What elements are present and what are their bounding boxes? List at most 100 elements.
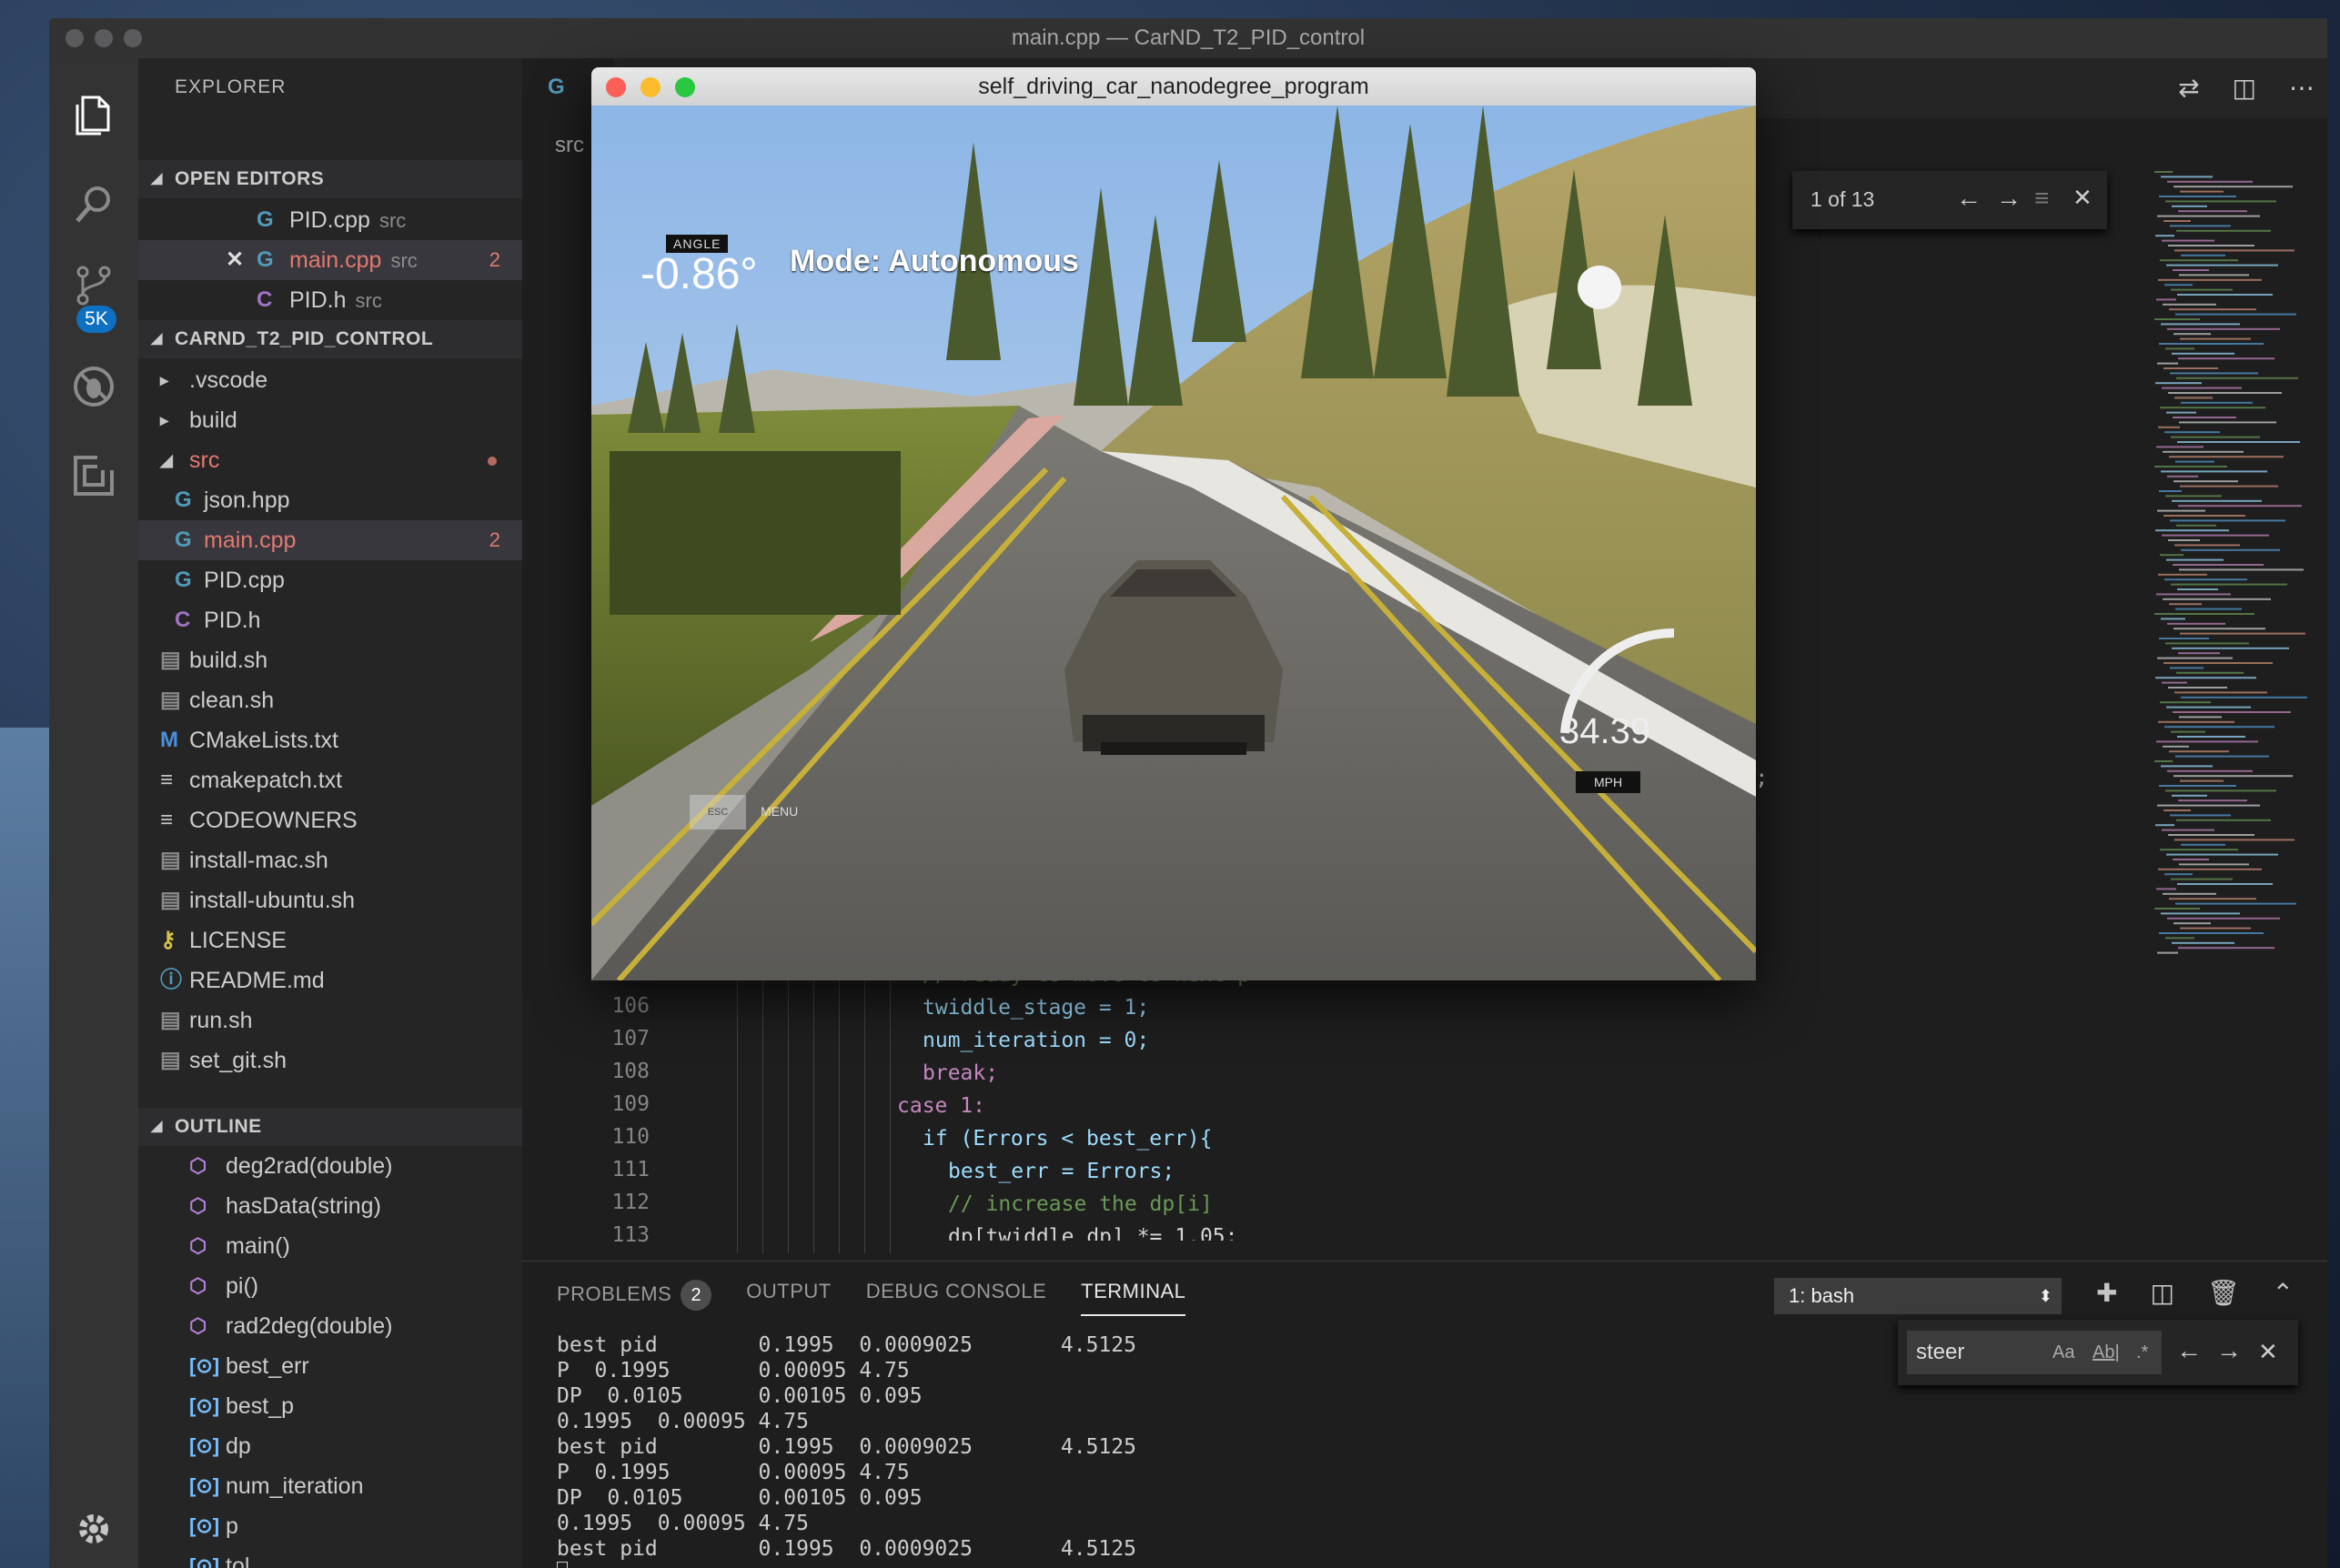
open-editor-item-active[interactable]: ✕ Gmain.cpp src 2 [138, 240, 522, 280]
outline-item[interactable]: ⬡ pi() [138, 1266, 522, 1306]
tab-output[interactable]: OUTPUT [746, 1280, 831, 1316]
editor-scrollbar[interactable] [2315, 171, 2327, 1126]
file-tree-item[interactable]: ▤ run.sh [138, 1000, 522, 1040]
bottom-panel: PROBLEMS 2 OUTPUT DEBUG CONSOLE TERMINAL … [522, 1261, 2327, 1568]
outline-item[interactable]: [⊙] best_p [138, 1386, 522, 1426]
breadcrumb[interactable]: src [555, 133, 584, 158]
next-match-icon[interactable]: → [1996, 184, 2022, 213]
outline-item[interactable]: [⊙] dp [138, 1426, 522, 1466]
zoom-window-button[interactable] [675, 77, 695, 97]
file-tree-item[interactable]: ▤ install-mac.sh [138, 840, 522, 880]
explorer-title: EXPLORER [175, 76, 287, 97]
file-tree-label: CMakeLists.txt [189, 728, 338, 753]
more-actions-icon[interactable]: ⋯ [2289, 73, 2315, 103]
find-in-selection-icon[interactable]: ≡ [2034, 184, 2049, 213]
split-terminal-icon[interactable]: ◫ [2150, 1278, 2174, 1308]
file-tree-item[interactable]: ≡ cmakepatch.txt [138, 760, 522, 800]
terminal-find-widget: steer Aa Ab| .* ← → ✕ [1898, 1320, 2298, 1385]
file-tree-item[interactable]: ▸ .vscode [138, 360, 522, 400]
line-number: 110 [611, 1125, 650, 1149]
select-arrows-icon: ⬍ [2038, 1287, 2053, 1305]
minimap-line [2165, 495, 2222, 498]
previous-match-icon[interactable]: ← [1956, 184, 1982, 213]
debug-icon[interactable] [66, 358, 122, 415]
settings-gear-icon[interactable] [66, 1501, 122, 1557]
minimap-line [2174, 839, 2295, 841]
outline-item[interactable]: ⬡ hasData(string) [138, 1186, 522, 1226]
terminal-line: 0.1995 0.00095 4.75 [557, 1512, 809, 1535]
file-tree-item[interactable]: Gjson.hpp [138, 480, 522, 520]
files-icon[interactable] [66, 87, 122, 144]
outline-item[interactable]: ⬡ deg2rad(double) [138, 1146, 522, 1186]
project-header[interactable]: ◢ CARND_T2_PID_CONTROL [138, 320, 522, 358]
outline-item[interactable]: ⬡ main() [138, 1226, 522, 1266]
minimap-line [2155, 529, 2229, 532]
close-panel-icon[interactable]: ✕ [2326, 1278, 2327, 1308]
file-tree-label: cmakepatch.txt [189, 768, 343, 793]
close-editor-icon[interactable]: ✕ [226, 240, 244, 280]
tab-terminal[interactable]: TERMINAL [1081, 1280, 1186, 1316]
open-changes-icon[interactable]: ⇄ [2178, 73, 2199, 103]
outline-item[interactable]: [⊙] p [138, 1506, 522, 1546]
outline-header[interactable]: ◢ OUTLINE [138, 1108, 522, 1146]
tab-debug-console[interactable]: DEBUG CONSOLE [866, 1280, 1046, 1316]
menu-button[interactable]: ESC [690, 795, 746, 829]
close-window-button[interactable] [606, 77, 626, 97]
split-editor-icon[interactable]: ◫ [2233, 73, 2256, 103]
terminal-line: P 0.1995 0.00095 4.75 [557, 1359, 910, 1382]
next-match-icon[interactable]: → [2216, 1336, 2242, 1365]
file-tree-item[interactable]: ▤ set_git.sh [138, 1040, 522, 1081]
file-tree-item[interactable]: ▤ install-ubuntu.sh [138, 880, 522, 920]
outline-item[interactable]: [⊙] num_iteration [138, 1466, 522, 1506]
minimap-line [2181, 696, 2307, 699]
tab-problems[interactable]: PROBLEMS 2 [557, 1280, 712, 1316]
file-tree-item[interactable]: G PID.cpp [138, 560, 522, 600]
search-icon[interactable] [66, 176, 122, 233]
file-tree-item[interactable]: ▸ build [138, 400, 522, 440]
minimap-line [2179, 863, 2249, 866]
file-tree-item[interactable]: C PID.h [138, 600, 522, 640]
whole-word-icon[interactable]: Ab| [2093, 1331, 2120, 1374]
file-tree-item[interactable]: Gmain.cpp 2 [138, 520, 522, 560]
file-tree-item[interactable]: M CMakeLists.txt [138, 720, 522, 760]
file-tree-item[interactable]: ▤ build.sh [138, 640, 522, 680]
variable-symbol-icon: [⊙] [189, 1354, 220, 1377]
maximize-panel-icon[interactable]: ⌃ [2272, 1278, 2293, 1308]
simulator-scene[interactable]: ANGLE -0.86° Mode: Autonomous 34.39 MPH … [591, 106, 1756, 980]
terminal-select[interactable]: 1: bash ⬍ [1774, 1278, 2062, 1314]
close-find-icon[interactable]: ✕ [2258, 1338, 2278, 1366]
minimap[interactable] [2151, 171, 2315, 990]
outline-label: tol [226, 1553, 250, 1568]
menu-label: MENU [761, 804, 799, 819]
zoom-window-button[interactable] [124, 29, 142, 47]
open-editor-item[interactable]: C PID.h src [138, 280, 522, 320]
terminal-find-input[interactable]: steer Aa Ab| .* [1907, 1331, 2162, 1374]
close-find-icon[interactable]: ✕ [2073, 184, 2093, 212]
minimize-window-button[interactable] [640, 77, 661, 97]
file-tree-label: set_git.sh [189, 1048, 287, 1073]
file-tree-item[interactable]: ⓘ README.md [138, 960, 522, 1000]
open-editors-header[interactable]: ◢ OPEN EDITORS [138, 160, 522, 198]
file-tree-item[interactable]: ◢ src [138, 440, 522, 480]
minimize-window-button[interactable] [95, 29, 113, 47]
extensions-icon[interactable] [66, 447, 122, 504]
terminal-output[interactable]: best pid 0.1995 0.0009025 4.5125 P 0.1995… [557, 1332, 1136, 1568]
file-tree-item[interactable]: ≡ CODEOWNERS [138, 800, 522, 840]
minimap-line [2171, 583, 2287, 586]
previous-match-icon[interactable]: ← [2176, 1336, 2202, 1365]
file-tree-label: build.sh [189, 648, 268, 673]
outline-item[interactable]: [⊙] best_err [138, 1346, 522, 1386]
minimap-line [2181, 843, 2225, 846]
kill-terminal-icon[interactable]: 🗑 [2207, 1278, 2240, 1308]
match-case-icon[interactable]: Aa [2053, 1331, 2074, 1374]
outline-item[interactable]: [⊙] tol [138, 1546, 522, 1568]
outline-item[interactable]: ⬡ rad2deg(double) [138, 1306, 522, 1346]
chevron-icon: ▸ [160, 371, 169, 389]
file-tree-item[interactable]: ▤ clean.sh [138, 680, 522, 720]
close-window-button[interactable] [66, 29, 84, 47]
new-terminal-icon[interactable]: ✚ [2096, 1278, 2117, 1308]
open-editor-item[interactable]: G PID.cpp src [138, 200, 522, 240]
file-tree-item[interactable]: ⚷ LICENSE [138, 920, 522, 960]
minimap-line [2157, 804, 2260, 807]
regex-icon[interactable]: .* [2136, 1331, 2148, 1374]
